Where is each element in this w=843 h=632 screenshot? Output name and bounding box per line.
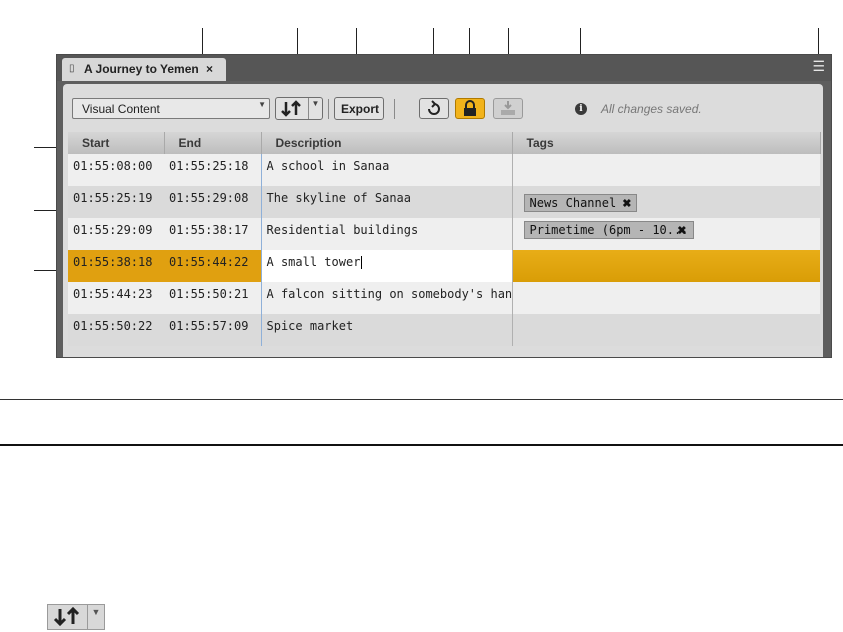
end-cell[interactable]: 01:55:50:21 [164,282,261,314]
table-row[interactable]: 01:55:08:00 01:55:25:18 A school in Sana… [68,154,820,186]
text-cursor [361,256,363,269]
sort-up-down-arrows-icon [53,606,80,627]
lock-icon [464,100,476,116]
end-cell[interactable]: 01:55:57:09 [164,314,261,346]
start-cell[interactable]: 01:55:25:19 [68,186,164,218]
tag-label: News Channel [529,196,617,210]
start-cell[interactable]: 01:55:29:09 [68,218,164,250]
content-type-dropdown-label: Visual Content [82,102,160,116]
end-cell[interactable]: 01:55:29:08 [164,186,261,218]
end-cell[interactable]: 01:55:38:17 [164,218,261,250]
description-cell[interactable]: A falcon sitting on somebody's hand [260,282,512,314]
table-header-row: Start End Description Tags [68,132,821,154]
table-row[interactable]: 01:55:29:09 01:55:38:17 Residential buil… [68,218,820,250]
tag-remove-icon[interactable]: ✖ [622,198,631,210]
content-type-dropdown[interactable]: Visual Content ▼ [72,98,270,119]
table-row[interactable]: 01:55:50:22 01:55:57:09 Spice market [68,314,820,346]
end-cell[interactable]: 01:55:25:18 [164,154,261,186]
save-status-text: All changes saved. [601,102,702,116]
end-cell[interactable]: 01:55:44:22 [164,250,261,282]
tag-remove-icon[interactable]: ✖ [677,224,686,237]
import-tray-icon [501,101,515,115]
table-row[interactable]: 01:55:44:23 01:55:50:21 A falcon sitting… [68,282,820,314]
description-cell[interactable]: Residential buildings [260,218,512,250]
chevron-down-icon: ▼ [258,100,266,109]
info-icon: i [575,103,587,115]
tags-cell[interactable] [511,154,820,186]
description-cell[interactable]: A school in Sanaa [260,154,512,186]
export-button[interactable]: Export [334,97,384,120]
table-row-selected[interactable]: 01:55:38:18 01:55:44:22 A small tower [68,250,820,282]
tab-close-icon[interactable]: × [206,62,213,76]
tags-cell[interactable] [511,314,820,346]
tab-clip-icon: ▯ [69,63,75,74]
tag-label: Primetime (6pm - 10... [529,223,689,237]
markers-panel: ▯ A Journey to Yemen × ☰ Visual Content … [56,54,832,358]
tags-cell[interactable]: Primetime (6pm - 10... ✖ [511,218,820,250]
panel-tab-bar: ▯ A Journey to Yemen × ☰ [57,55,831,81]
column-header-start[interactable]: Start [68,132,165,154]
sort-button-illustration: ▼ [47,604,105,630]
divider-rule [0,444,843,446]
refresh-icon [428,100,440,115]
description-cell-editing[interactable]: A small tower [260,250,512,282]
column-header-end[interactable]: End [164,132,262,154]
column-header-tags[interactable]: Tags [512,132,821,154]
sort-button[interactable]: ▼ [275,97,323,120]
start-cell[interactable]: 01:55:08:00 [68,154,164,186]
lock-button[interactable] [455,98,485,119]
toolbar-divider [328,99,329,119]
column-header-description[interactable]: Description [261,132,513,154]
tag-chip[interactable]: News Channel ✖ [523,194,638,212]
start-cell[interactable]: 01:55:50:22 [68,314,164,346]
description-cell[interactable]: Spice market [260,314,512,346]
divider-rule [0,399,843,400]
tab-title: A Journey to Yemen [84,62,199,76]
tag-chip[interactable]: Primetime (6pm - 10... ✖ [523,221,694,239]
tags-cell[interactable] [511,250,820,282]
description-edit-text: A small tower [266,255,361,269]
refresh-button[interactable] [419,98,449,119]
toolbar-divider [394,99,395,119]
description-cell[interactable]: The skyline of Sanaa [260,186,512,218]
start-cell[interactable]: 01:55:44:23 [68,282,164,314]
sort-up-down-arrows-icon [281,100,301,117]
tab-a-journey-to-yemen[interactable]: ▯ A Journey to Yemen × [62,58,226,81]
panel-content: Visual Content ▼ ▼ Export i All changes … [63,84,823,357]
tags-cell[interactable] [511,282,820,314]
import-button[interactable] [493,98,523,119]
table-row[interactable]: 01:55:25:19 01:55:29:08 The skyline of S… [68,186,820,218]
start-cell[interactable]: 01:55:38:18 [68,250,164,282]
export-button-label: Export [341,102,380,116]
hamburger-menu-icon[interactable]: ☰ [812,59,825,73]
chevron-down-icon: ▼ [87,605,104,629]
sort-menu-caret-icon[interactable]: ▼ [308,98,322,119]
tags-cell[interactable]: News Channel ✖ [511,186,820,218]
markers-table: Start End Description Tags 01:55:08:00 0… [68,132,821,346]
